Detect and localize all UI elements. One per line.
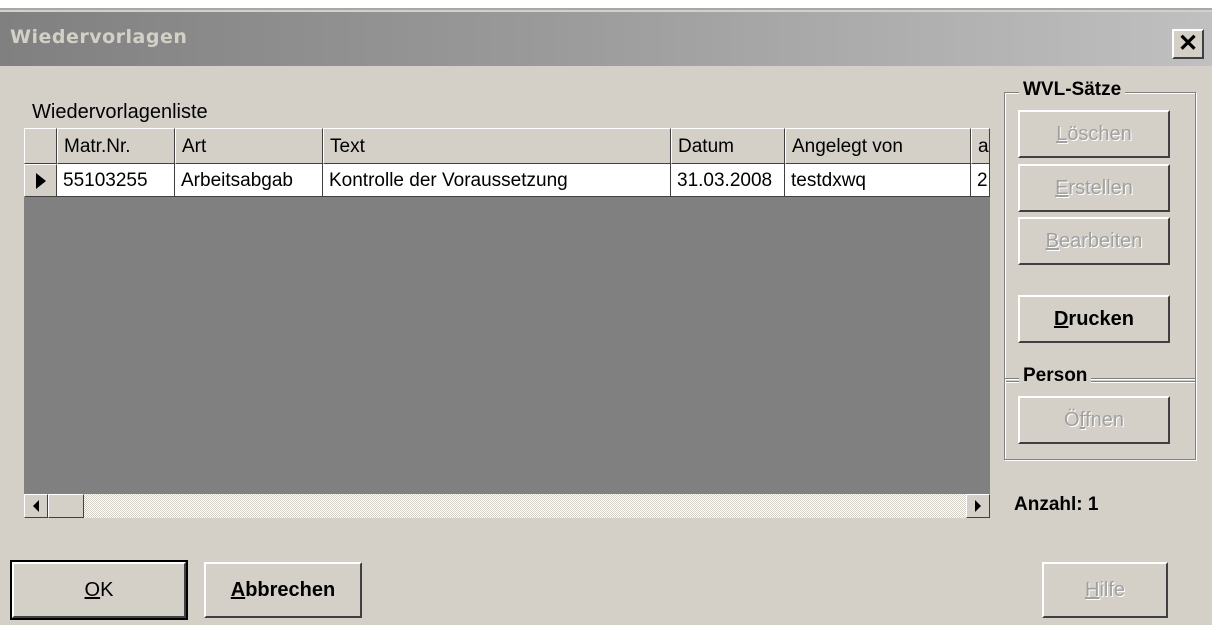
records-grid[interactable]: Matr.Nr. Art Text Datum Angelegt von a 5…	[24, 128, 990, 514]
arrow-right-icon	[975, 500, 981, 512]
bearbeiten-button[interactable]: Bearbeiten	[1018, 217, 1170, 265]
loeschen-mnemonic: L	[1056, 122, 1068, 145]
drucken-mnemonic: D	[1053, 307, 1069, 330]
oeffnen-label: fnen	[1085, 408, 1125, 431]
cell-art[interactable]: Arbeitsabgab	[175, 164, 323, 197]
abbrechen-mnemonic: A	[230, 578, 246, 601]
arrow-left-icon	[33, 500, 39, 512]
erstellen-button[interactable]: Erstellen	[1018, 164, 1170, 212]
column-header-angelegt[interactable]: Angelegt von	[785, 128, 971, 164]
row-indicator	[24, 164, 57, 197]
arrow-right-icon	[35, 172, 46, 189]
close-icon: ✕	[1177, 30, 1199, 57]
title-bar[interactable]: Wiedervorlagen ✕	[0, 12, 1212, 66]
drucken-label: rucken	[1068, 307, 1135, 330]
loeschen-label: öschen	[1067, 122, 1132, 145]
bearbeiten-mnemonic: B	[1045, 229, 1059, 252]
cell-angelegt[interactable]: testdxwq	[785, 164, 971, 197]
cell-text[interactable]: Kontrolle der Voraussetzung	[323, 164, 671, 197]
column-header-datum[interactable]: Datum	[671, 128, 785, 164]
close-button[interactable]: ✕	[1172, 29, 1204, 59]
hilfe-label: ilfe	[1099, 578, 1126, 601]
column-header-text[interactable]: Text	[323, 128, 671, 164]
erstellen-label: rstellen	[1068, 176, 1133, 199]
wvl-group-legend: WVL-Sätze	[1019, 79, 1126, 101]
record-count: Anzahl: 1	[1014, 494, 1099, 515]
help-button[interactable]: Hilfe	[1042, 562, 1168, 618]
scroll-right-button[interactable]	[966, 494, 990, 518]
header-indicator-cell	[24, 128, 57, 164]
drucken-button[interactable]: Drucken	[1018, 295, 1170, 343]
person-group-legend: Person	[1019, 365, 1092, 387]
ok-mnemonic: O	[84, 578, 101, 601]
column-header-art[interactable]: Art	[175, 128, 323, 164]
erstellen-mnemonic: E	[1055, 176, 1069, 199]
hilfe-mnemonic: H	[1084, 578, 1100, 601]
oeffnen-button[interactable]: Öf fnen	[1018, 396, 1170, 444]
cell-matr[interactable]: 55103255	[57, 164, 175, 197]
loeschen-button[interactable]: Löschen	[1018, 110, 1170, 158]
cancel-button[interactable]: Abbrechen	[204, 562, 362, 618]
window-title: Wiedervorlagen	[10, 26, 188, 48]
abbrechen-label: bbrechen	[245, 578, 336, 601]
ok-label: K	[100, 578, 114, 601]
cell-a[interactable]: 2	[971, 164, 990, 197]
grid-caption: Wiedervorlagenliste	[24, 92, 990, 128]
grid-header: Matr.Nr. Art Text Datum Angelegt von a	[24, 128, 990, 164]
column-header-matr[interactable]: Matr.Nr.	[57, 128, 175, 164]
table-row[interactable]: 55103255 Arbeitsabgab Kontrolle der Vora…	[24, 164, 990, 197]
ok-button[interactable]: OK	[10, 560, 188, 620]
scroll-left-button[interactable]	[24, 494, 48, 518]
horizontal-scrollbar[interactable]	[24, 494, 990, 518]
dialog-window: Wiedervorlagen ✕ Wiedervorlagenliste Mat…	[0, 8, 1212, 625]
bearbeiten-label: earbeiten	[1058, 229, 1143, 252]
cell-datum[interactable]: 31.03.2008	[671, 164, 785, 197]
column-header-a[interactable]: a	[971, 128, 990, 164]
oeffnen-label-start: Ö	[1063, 408, 1080, 431]
scroll-thumb[interactable]	[48, 494, 84, 518]
